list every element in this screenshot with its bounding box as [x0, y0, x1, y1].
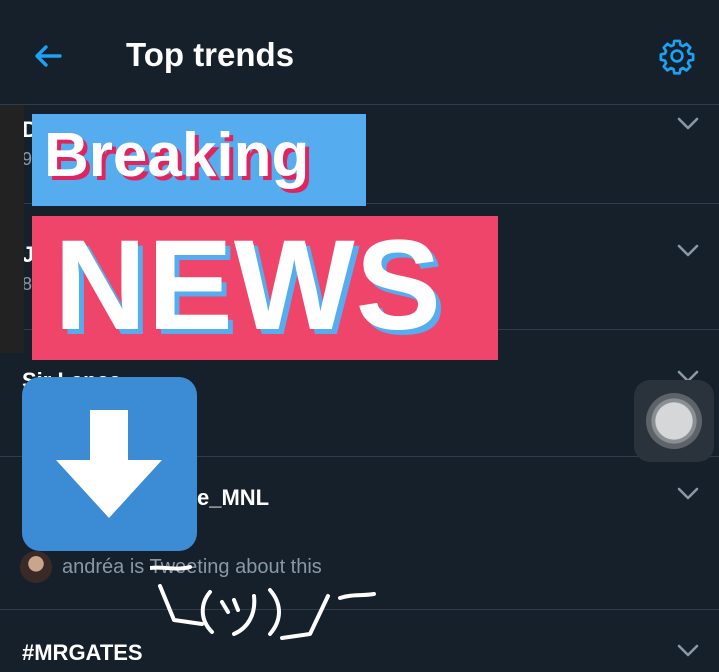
- chevron-down-icon[interactable]: [677, 644, 699, 658]
- top-bar: Top trends: [0, 0, 719, 105]
- chevron-down-icon[interactable]: [677, 117, 699, 131]
- trend-name: e_MNL: [197, 485, 270, 510]
- breaking-label: Breaking: [44, 121, 310, 190]
- avatar[interactable]: [20, 551, 52, 583]
- chevron-down-icon[interactable]: [677, 244, 699, 258]
- edge-shadow: [0, 105, 24, 353]
- gear-icon[interactable]: [658, 37, 696, 75]
- news-label: NEWS: [54, 214, 442, 357]
- assistive-touch-icon: [646, 393, 702, 449]
- trend-name: #MRGATES: [22, 640, 143, 665]
- down-arrow-icon: [56, 410, 162, 518]
- page-title: Top trends: [126, 36, 295, 73]
- arrow-left-icon[interactable]: [32, 40, 64, 72]
- chevron-down-icon[interactable]: [677, 487, 699, 501]
- shrug-drawing: [150, 565, 376, 640]
